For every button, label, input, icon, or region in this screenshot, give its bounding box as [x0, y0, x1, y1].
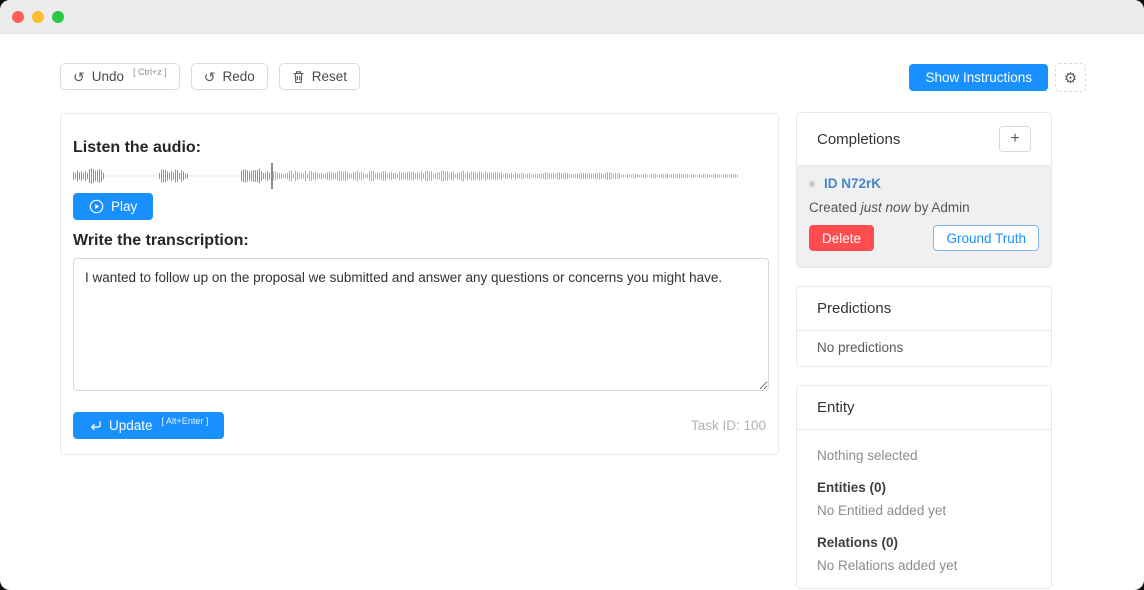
entities-empty-text: No Entitied added yet [817, 502, 1031, 519]
entities-count-heading: Entities (0) [817, 479, 1031, 496]
close-window-button[interactable] [12, 11, 24, 23]
settings-button[interactable]: ⚙ [1055, 63, 1086, 92]
task-card: Listen the audio: Play Write the transcr… [60, 113, 779, 455]
delete-completion-button[interactable]: Delete [809, 225, 874, 251]
entity-nothing-selected: Nothing selected [817, 447, 1031, 464]
update-button[interactable]: Update [ Alt+Enter ] [73, 412, 224, 439]
completions-title: Completions [817, 131, 900, 148]
toolbar: ↺ Undo [ Ctrl+z ] ↺ Redo Reset Show Instr… [60, 63, 1086, 92]
audio-heading: Listen the audio: [73, 139, 766, 157]
completion-bullet-icon [809, 181, 815, 187]
toolbar-history-group: ↺ Undo [ Ctrl+z ] ↺ Redo Reset [60, 63, 360, 90]
transcription-heading: Write the transcription: [73, 232, 766, 250]
show-instructions-label: Show Instructions [925, 71, 1032, 85]
gear-icon: ⚙ [1064, 69, 1077, 87]
relations-empty-text: No Relations added yet [817, 557, 1031, 574]
redo-label: Redo [223, 70, 255, 84]
completion-id-link[interactable]: ID N72rK [824, 176, 881, 191]
predictions-body: No predictions [797, 331, 1051, 366]
predictions-panel: Predictions No predictions [796, 286, 1052, 367]
undo-icon: ↺ [73, 70, 85, 84]
completion-actions: Delete Ground Truth [809, 225, 1039, 251]
task-id-value: 100 [743, 418, 766, 433]
titlebar [0, 0, 1144, 34]
transcription-textarea[interactable]: I wanted to follow up on the proposal we… [73, 258, 769, 391]
update-label: Update [109, 419, 153, 433]
completion-created-text: Created just now by Admin [809, 200, 1039, 215]
undo-hotkey: [ Ctrl+z ] [133, 68, 167, 77]
enter-arrow-icon [89, 419, 102, 432]
ground-truth-button[interactable]: Ground Truth [933, 225, 1039, 251]
relations-count-heading: Relations (0) [817, 534, 1031, 551]
waveform-cursor [271, 163, 273, 189]
predictions-header: Predictions [797, 287, 1051, 331]
add-completion-button[interactable]: + [999, 126, 1031, 152]
toolbar-settings-group: Show Instructions ⚙ [909, 63, 1086, 92]
minimize-window-button[interactable] [32, 11, 44, 23]
completion-item[interactable]: ID N72rK Created just now by Admin Delet… [797, 166, 1051, 267]
reset-button[interactable]: Reset [279, 63, 360, 90]
trash-icon [292, 70, 305, 84]
entity-header: Entity [797, 386, 1051, 430]
predictions-title: Predictions [817, 300, 891, 317]
waveform-bars [73, 163, 739, 189]
redo-icon: ↺ [204, 70, 216, 84]
play-button[interactable]: Play [73, 193, 153, 220]
reset-label: Reset [312, 70, 347, 84]
completions-panel: Completions + ID N72rK Created just now … [796, 112, 1052, 268]
task-id: Task ID: 100 [691, 418, 766, 433]
show-instructions-button[interactable]: Show Instructions [909, 64, 1048, 91]
predictions-empty-text: No predictions [817, 340, 903, 355]
task-card-footer: Update [ Alt+Enter ] Task ID: 100 [73, 412, 766, 439]
app-window: ↺ Undo [ Ctrl+z ] ↺ Redo Reset Show Instr… [0, 0, 1144, 590]
completion-id-row: ID N72rK [809, 176, 1039, 191]
update-hotkey: [ Alt+Enter ] [162, 417, 209, 426]
zoom-window-button[interactable] [52, 11, 64, 23]
entity-body: Nothing selected Entities (0) No Entitie… [797, 430, 1051, 588]
sidebar: Completions + ID N72rK Created just now … [796, 112, 1052, 590]
completions-header: Completions + [797, 113, 1051, 166]
undo-label: Undo [92, 70, 124, 84]
task-id-label: Task ID: [691, 418, 740, 433]
entity-panel: Entity Nothing selected Entities (0) No … [796, 385, 1052, 589]
audio-waveform[interactable] [73, 163, 739, 189]
play-label: Play [111, 200, 137, 214]
undo-button[interactable]: ↺ Undo [ Ctrl+z ] [60, 63, 180, 90]
completion-created-time: just now [861, 200, 911, 215]
play-circle-icon [89, 199, 104, 214]
entity-title: Entity [817, 399, 855, 416]
redo-button[interactable]: ↺ Redo [191, 63, 268, 90]
